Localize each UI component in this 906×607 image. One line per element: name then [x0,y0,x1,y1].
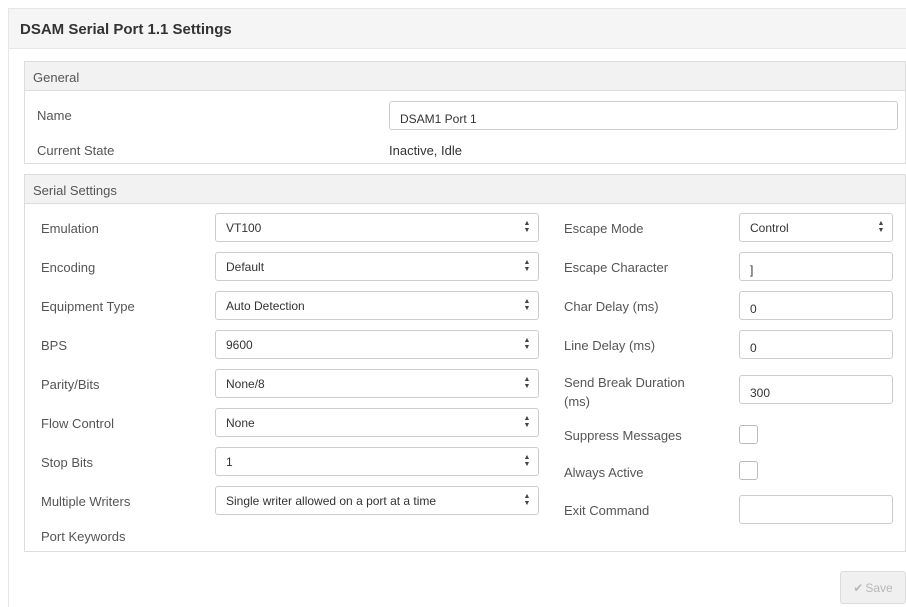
parity-bits-select[interactable]: None/8 ▲ ▼ [215,369,539,398]
current-state-value: Inactive, Idle [389,143,462,158]
always-active-checkbox[interactable] [739,461,758,480]
bps-label: BPS [41,338,68,353]
port-keywords-label: Port Keywords [41,529,126,544]
send-break-label-line2: (ms) [564,394,590,409]
line-delay-label: Line Delay (ms) [564,338,656,353]
multiple-writers-label: Multiple Writers [41,494,131,509]
equipment-type-value: Auto Detection [226,299,305,313]
name-input[interactable] [389,101,898,130]
escape-character-input[interactable] [739,252,893,281]
escape-mode-select[interactable]: Control ▲ ▼ [739,213,893,242]
parity-bits-value: None/8 [226,377,265,391]
exit-command-label: Exit Command [564,503,650,518]
exit-command-input[interactable] [739,495,893,524]
general-panel: General Name Current State Inactive, Idl… [24,61,906,164]
encoding-value: Default [226,260,265,274]
checkmark-icon: ✔ [853,580,864,595]
line-delay-input[interactable] [739,330,893,359]
flow-control-label: Flow Control [41,416,114,431]
send-break-duration-input[interactable] [739,375,893,404]
encoding-label: Encoding [41,260,96,275]
escape-character-label: Escape Character [564,260,669,275]
suppress-messages-checkbox[interactable] [739,425,758,444]
send-break-duration-label: Send Break Duration (ms) [564,373,685,411]
char-delay-input[interactable] [739,291,893,320]
escape-mode-label: Escape Mode [564,221,644,236]
select-arrows-icon: ▲ ▼ [523,298,531,312]
emulation-value: VT100 [226,221,262,235]
equipment-type-label: Equipment Type [41,299,135,314]
serial-settings-heading: Serial Settings [25,175,905,204]
select-arrows-icon: ▲ ▼ [523,259,531,273]
emulation-label: Emulation [41,221,99,236]
multiple-writers-select[interactable]: Single writer allowed on a port at a tim… [215,486,539,515]
select-arrows-icon: ▲ ▼ [523,415,531,429]
parity-bits-label: Parity/Bits [41,377,100,392]
char-delay-label: Char Delay (ms) [564,299,659,314]
stop-bits-label: Stop Bits [41,455,94,470]
send-break-label-line1: Send Break Duration [564,375,685,390]
stop-bits-value: 1 [226,455,233,469]
stop-bits-select[interactable]: 1 ▲ ▼ [215,447,539,476]
encoding-select[interactable]: Default ▲ ▼ [215,252,539,281]
multiple-writers-value: Single writer allowed on a port at a tim… [226,494,437,508]
equipment-type-select[interactable]: Auto Detection ▲ ▼ [215,291,539,320]
select-arrows-icon: ▲ ▼ [877,220,885,234]
bps-select[interactable]: 9600 ▲ ▼ [215,330,539,359]
bps-value: 9600 [226,338,253,352]
select-arrows-icon: ▲ ▼ [523,454,531,468]
select-arrows-icon: ▲ ▼ [523,337,531,351]
suppress-messages-label: Suppress Messages [564,428,682,443]
escape-mode-value: Control [750,221,789,235]
page-header: DSAM Serial Port 1.1 Settings [9,9,906,49]
select-arrows-icon: ▲ ▼ [523,493,531,507]
select-arrows-icon: ▲ ▼ [523,376,531,390]
name-label: Name [37,108,72,123]
select-arrows-icon: ▲ ▼ [523,220,531,234]
general-panel-heading: General [25,62,905,91]
current-state-label: Current State [37,143,115,158]
always-active-label: Always Active [564,465,644,480]
emulation-select[interactable]: VT100 ▲ ▼ [215,213,539,242]
save-button[interactable]: ✔ Save [840,571,906,604]
flow-control-select[interactable]: None ▲ ▼ [215,408,539,437]
flow-control-value: None [226,416,255,430]
serial-settings-panel: Serial Settings Emulation VT100 ▲ ▼ Encod… [24,174,906,552]
page-title: DSAM Serial Port 1.1 Settings [20,21,232,38]
save-label: Save [865,580,893,595]
